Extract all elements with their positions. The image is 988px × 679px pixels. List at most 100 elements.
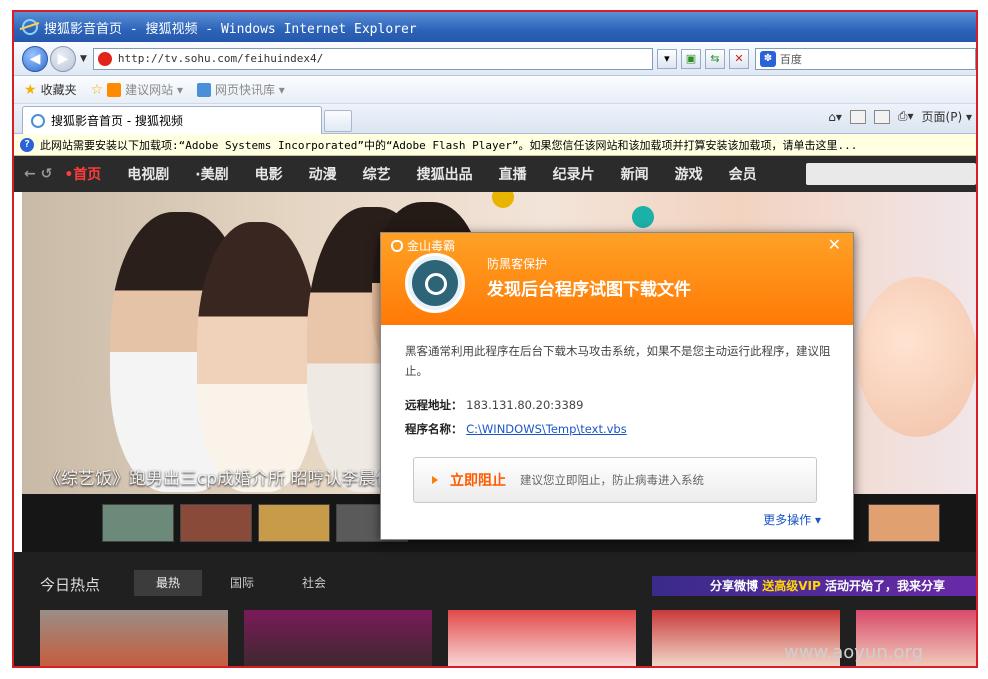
window-title: 搜狐影音首页 - 搜狐视频 - Windows Internet Explore…: [44, 21, 417, 37]
hot-video-thumbnail[interactable]: [244, 610, 432, 666]
nav-item-documentary[interactable]: 纪录片: [553, 164, 595, 184]
dialog-header: 金山毒霸 ✕ 防黑客保护 发现后台程序试图下载文件: [381, 233, 853, 325]
site-nav: ← ↺ •首页 电视剧 ·美剧 电影 动漫 综艺 搜狐出品 直播 纪录片 新闻 …: [14, 156, 976, 192]
ie-logo-icon: [22, 19, 38, 35]
decor-bubble: [492, 192, 514, 208]
nav-item-us-tv[interactable]: ·美剧: [195, 164, 228, 184]
suggested-sites-label: 建议网站 ▾: [125, 83, 183, 97]
baidu-paw-icon: ✽: [759, 50, 776, 67]
decor-bubble: [632, 206, 654, 228]
block-now-hint: 建议您立即阻止，防止病毒进入系统: [520, 473, 704, 487]
dialog-title: 发现后台程序试图下载文件: [487, 280, 691, 300]
nav-item-movies[interactable]: 电影: [255, 164, 283, 184]
site-favicon-icon: [97, 51, 112, 66]
more-actions-link[interactable]: 更多操作 ▾: [763, 511, 821, 528]
add-favorite-icon[interactable]: ☆: [91, 82, 104, 98]
block-now-label: 立即阻止: [450, 473, 506, 489]
infobar-text: 此网站需要安装以下加载项:“Adobe Systems Incorporated…: [40, 138, 858, 152]
brand-name: 金山毒霸: [407, 239, 456, 253]
nav-item-tv[interactable]: 电视剧: [127, 164, 169, 184]
dialog-subtitle: 防黑客保护: [487, 257, 548, 271]
promo-prefix: 分享微博: [710, 579, 759, 593]
favorites-star-icon[interactable]: ★: [24, 82, 37, 98]
new-tab-button[interactable]: [324, 110, 352, 132]
program-name-row: 程序名称： C:\WINDOWS\Temp\text.vbs: [405, 421, 627, 437]
address-dropdown-icon[interactable]: ▾: [656, 48, 677, 69]
ie-page-icon: [196, 82, 211, 97]
title-bar: 搜狐影音首页 - 搜狐视频 - Windows Internet Explore…: [14, 12, 976, 42]
information-bar[interactable]: ? 此网站需要安装以下加载项:“Adobe Systems Incorporat…: [14, 134, 976, 156]
nav-item-live[interactable]: 直播: [499, 164, 527, 184]
nav-item-sohu-originals[interactable]: 搜狐出品: [417, 164, 473, 184]
security-alert-dialog: 金山毒霸 ✕ 防黑客保护 发现后台程序试图下载文件 黑客通常利用此程序在后台下载…: [380, 232, 854, 540]
web-slice-gallery-label: 网页快讯库 ▾: [214, 83, 285, 97]
shield-icon: [391, 239, 403, 252]
tab-label: 搜狐影音首页 - 搜狐视频: [51, 114, 183, 128]
browser-window: 搜狐影音首页 - 搜狐视频 - Windows Internet Explore…: [12, 10, 978, 668]
bing-icon: [107, 82, 122, 97]
dialog-description: 黑客通常利用此程序在后台下载木马攻击系统，如果不是您主动运行此程序，建议阻止。: [405, 344, 831, 378]
nav-item-news[interactable]: 新闻: [621, 164, 649, 184]
program-name-label: 程序名称：: [405, 422, 463, 436]
banner-person-image: [197, 222, 317, 492]
favorites-bar: ★ 收藏夹 ☆ 建议网站 ▾ 网页快讯库 ▾: [14, 76, 976, 104]
close-icon[interactable]: ✕: [828, 235, 841, 254]
forward-button[interactable]: ▶: [50, 45, 76, 72]
tab-sohu[interactable]: 搜狐影音首页 - 搜狐视频: [22, 106, 322, 134]
banner-caption[interactable]: 《综艺饭》跑男出三cp成婚介所 昭哼认李晨作父: [44, 464, 410, 489]
remote-address-value: 183.131.80.20:3389: [466, 398, 584, 412]
back-button[interactable]: ◀: [22, 45, 48, 72]
hot-title: 今日热点: [40, 576, 101, 594]
home-icon[interactable]: ⌂▾: [828, 110, 842, 124]
nav-item-games[interactable]: 游戏: [675, 164, 703, 184]
weibo-promo-banner[interactable]: 分享微博 送高级VIP 活动开始了，我来分享: [652, 576, 976, 596]
compat-view-icon[interactable]: ▣: [680, 48, 701, 69]
block-now-button[interactable]: 立即阻止 建议您立即阻止，防止病毒进入系统: [413, 457, 817, 503]
hot-video-thumbnail[interactable]: [448, 610, 636, 666]
nav-item-vip[interactable]: 会员: [729, 164, 757, 184]
web-slice-gallery-link[interactable]: 网页快讯库 ▾: [196, 81, 285, 98]
navigation-bar: ◀ ▶ ▼ http://tv.sohu.com/feihuindex4/ ▾ …: [14, 42, 976, 76]
command-bar: ⌂▾ ⎙▾ 页面(P) ▾: [828, 108, 972, 125]
tab-hottest[interactable]: 最热: [134, 570, 203, 596]
nav-item-anime[interactable]: 动漫: [309, 164, 337, 184]
banner-thumbnail[interactable]: [868, 504, 940, 542]
tab-international[interactable]: 国际: [208, 570, 276, 596]
address-bar[interactable]: http://tv.sohu.com/feihuindex4/: [92, 47, 653, 70]
search-placeholder: 百度: [779, 52, 802, 66]
promo-suffix: 活动开始了，我来分享: [824, 579, 945, 593]
dialog-brand: 金山毒霸: [391, 237, 455, 254]
feeds-icon[interactable]: [849, 109, 866, 124]
refresh-icon[interactable]: ⇆: [704, 48, 725, 69]
tab-loading-icon: [31, 113, 45, 128]
suggested-sites-link[interactable]: 建议网站 ▾: [107, 81, 183, 98]
tab-society[interactable]: 社会: [280, 570, 348, 596]
help-icon: ?: [20, 137, 34, 152]
page-menu[interactable]: 页面(P) ▾: [922, 108, 972, 125]
watermark: www.aoyun.org: [784, 642, 923, 663]
mail-icon[interactable]: [873, 109, 890, 124]
banner-thumbnail[interactable]: [258, 504, 330, 542]
tab-bar: 搜狐影音首页 - 搜狐视频 ⌂▾ ⎙▾ 页面(P) ▾: [14, 104, 976, 134]
play-arrow-icon: [432, 476, 438, 484]
hot-today-section: 今日热点 最热 国际 社会 分享微博 送高级VIP 活动开始了，我来分享 www…: [14, 552, 976, 666]
nav-back-icon[interactable]: ← ↺: [24, 166, 52, 182]
nav-item-variety[interactable]: 综艺: [363, 164, 391, 184]
remote-address-row: 远程地址： 183.131.80.20:3389: [405, 397, 583, 413]
remote-address-label: 远程地址：: [405, 398, 463, 412]
promo-vip: 送高级VIP: [762, 579, 821, 593]
banner-thumbnail[interactable]: [102, 504, 174, 542]
stop-icon[interactable]: ✕: [728, 48, 749, 69]
favorites-button[interactable]: 收藏夹: [41, 81, 77, 98]
hot-video-thumbnail[interactable]: [40, 610, 228, 666]
banner-child-image: [857, 277, 976, 437]
site-search-input[interactable]: [806, 163, 976, 185]
search-box[interactable]: ✽ 百度: [754, 47, 976, 70]
nav-item-home[interactable]: •首页: [64, 164, 101, 184]
history-dropdown-icon[interactable]: ▼: [80, 54, 87, 64]
program-path-link[interactable]: C:\WINDOWS\Temp\text.vbs: [466, 422, 627, 436]
address-url: http://tv.sohu.com/feihuindex4/: [117, 52, 324, 65]
hacker-icon: [405, 253, 465, 313]
banner-thumbnail[interactable]: [180, 504, 252, 542]
print-icon[interactable]: ⎙▾: [898, 109, 914, 124]
